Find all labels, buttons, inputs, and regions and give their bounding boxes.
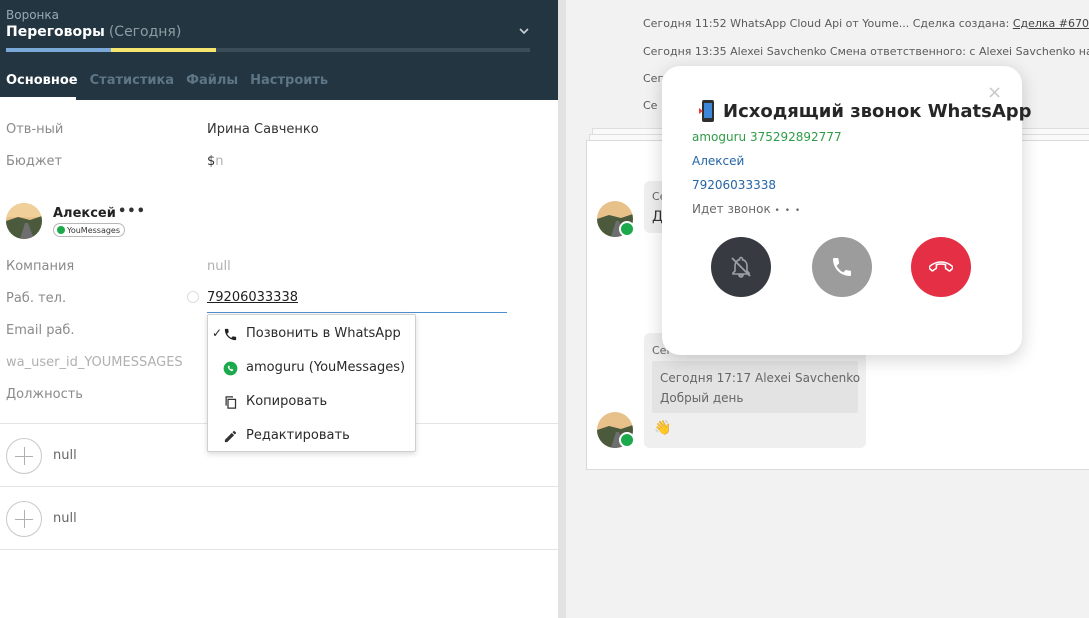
contact-name[interactable]: Алексей [53,206,116,221]
message-emoji: 👋 [654,420,672,436]
feed-event: Сегодня 11:52 WhatsApp Cloud Api от Youm… [643,17,1089,30]
phone-field-underline [207,312,507,313]
menu-item-call-whatsapp[interactable]: ✓ Позвонить в WhatsApp [208,317,415,351]
work-phone-value[interactable]: 79206033338 [207,290,298,305]
contact-avatar[interactable] [6,203,42,239]
add-contact-label: null [53,448,77,463]
feed-event-text: Сегодня 11:52 WhatsApp Cloud Api от Youm… [643,17,1013,30]
call-contact-name[interactable]: Алексей [692,154,744,168]
hangup-button[interactable] [911,237,971,297]
add-contact-button[interactable] [6,438,42,474]
add-company-label: null [53,511,77,526]
company-label: Компания [6,259,75,274]
check-icon: ✓ [212,326,223,340]
work-email-label: Email раб. [6,323,75,338]
quoted-header: Сегодня 17:17 Alexei Savchenko [660,371,861,385]
add-phone-icon[interactable] [187,291,199,303]
quoted-text: Добрый день [660,391,744,405]
contact-more-button[interactable]: ••• [118,204,146,219]
mute-button[interactable] [711,237,771,297]
tab-main[interactable]: Основное [0,72,84,100]
popup-title-text: Исходящий звонок WhatsApp [723,100,1032,122]
company-value[interactable]: null [207,259,231,274]
divider [0,486,558,487]
copy-icon [225,396,237,409]
call-status: Идет звонок • • • [692,202,801,216]
pencil-icon [224,430,237,443]
call-account: amoguru 375292892777 [692,130,842,144]
chevron-down-icon[interactable] [517,24,531,38]
whatsapp-icon [619,221,635,237]
lead-tabs: Основное Статистика Файлы Настроить [0,72,334,100]
call-status-dots: • • • [774,206,802,216]
menu-item-label: Редактировать [246,428,350,443]
budget-field[interactable]: $n [207,154,224,169]
panel-splitter[interactable] [558,0,566,618]
add-company-button[interactable] [6,501,42,537]
menu-item-label: Позвонить в WhatsApp [246,326,401,341]
tab-settings[interactable]: Настроить [244,72,334,100]
progress-current [111,48,216,52]
menu-item-label: amoguru (YouMessages) [246,360,406,375]
menu-item-edit[interactable]: Редактировать [208,419,415,453]
menu-item-copy[interactable]: Копировать [208,385,415,419]
feed-event: Сегодня 13:35 Alexei Savchenko Смена отв… [643,45,1089,58]
position-label: Должность [6,387,83,402]
avatar-image [6,203,42,239]
funnel-stage-name: Переговоры [6,24,105,40]
phone-icon [833,258,851,276]
funnel-stage-date: (Сегодня) [108,24,182,40]
funnel-progress-bar [6,48,530,52]
menu-item-youmessages[interactable]: amoguru (YouMessages) [208,351,415,385]
budget-label: Бюджет [6,154,63,169]
feed-event: Се [643,99,658,112]
wa-user-id-label: wa_user_id_YOUMESSAGES [6,355,183,370]
menu-item-label: Копировать [246,394,328,409]
whatsapp-call-popup: × Исходящий звонок WhatsApp amoguru 3752… [662,66,1032,355]
progress-passed [6,48,111,52]
phone-action-menu: ✓ Позвонить в WhatsApp amoguru (YouMessa… [207,314,416,452]
tab-statistics[interactable]: Статистика [84,72,180,100]
deal-link[interactable]: Сделка #67006 [1013,17,1089,30]
phone-icon [224,328,237,341]
call-phone[interactable]: 79206033338 [692,178,776,192]
lead-card-panel: Воронка Переговоры (Сегодня) Основное Ста… [0,0,558,618]
whatsapp-icon [619,432,635,448]
whatsapp-icon [57,226,65,234]
bell-off-icon [731,256,751,278]
whatsapp-icon [223,361,238,376]
popup-title: Исходящий звонок WhatsApp [699,99,1032,123]
responsible-label: Отв-ный [6,122,64,137]
accept-call-button[interactable] [812,237,872,297]
tab-files[interactable]: Файлы [180,72,244,100]
divider [0,549,558,550]
work-phone-label: Раб. тел. [6,291,67,306]
responsible-value[interactable]: Ирина Савченко [207,122,319,137]
funnel-stage-selector[interactable]: Переговоры (Сегодня) [6,24,181,40]
call-status-text: Идет звонок [692,202,771,216]
contact-source-badge: YouMessages [53,223,126,237]
mobile-phone-icon [699,100,714,122]
contact-source-label: YouMessages [67,225,121,235]
quoted-message[interactable]: Сегодня 17:17 Alexei Savchenko Добрый де… [652,361,861,413]
lead-header: Воронка Переговоры (Сегодня) Основное Ста… [0,0,558,100]
budget-placeholder: n [215,154,224,169]
funnel-label: Воронка [6,8,59,22]
phone-hangup-icon [929,261,953,272]
